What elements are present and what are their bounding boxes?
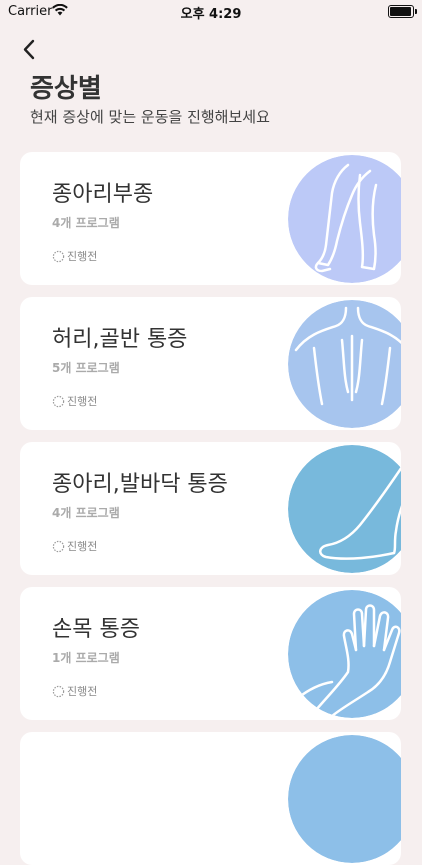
hand-icon <box>288 590 401 718</box>
status-label: 진행전 <box>67 540 98 553</box>
leg-illustration <box>288 155 401 283</box>
circle-illustration-icon <box>288 735 401 863</box>
status-label: 진행전 <box>67 250 98 263</box>
page-subtitle: 현재 증상에 맞는 운동을 진행해보세요 <box>30 108 270 126</box>
status-label: 진행전 <box>67 395 98 408</box>
program-count: 4개 프로그램 <box>52 216 120 230</box>
battery-icon <box>388 5 417 18</box>
card-title: 허리,골반 통증 <box>52 327 188 352</box>
card-title: 종아리부종 <box>52 182 154 207</box>
leg-icon <box>288 155 401 283</box>
symptom-card-calf-sole-pain[interactable]: 종아리,발바닥 통증 4개 프로그램 진행전 <box>20 442 401 575</box>
partial-illustration <box>288 735 401 863</box>
foot-illustration <box>288 445 401 573</box>
spinner-icon <box>52 685 65 697</box>
symptom-card-wrist-pain[interactable]: 손목 통증 1개 프로그램 진행전 <box>20 587 401 720</box>
program-count: 4개 프로그램 <box>52 506 120 520</box>
chevron-left-icon <box>23 39 35 60</box>
symptom-card-calf-swelling[interactable]: 종아리부종 4개 프로그램 진행전 <box>20 152 401 285</box>
program-count: 5개 프로그램 <box>52 361 120 375</box>
progress-status: 진행전 <box>52 538 97 554</box>
back-button[interactable] <box>18 38 42 62</box>
back-icon <box>288 300 401 428</box>
status-label: 진행전 <box>67 685 98 698</box>
spinner-icon <box>52 250 65 262</box>
spinner-icon <box>52 395 65 407</box>
foot-icon <box>288 445 401 573</box>
symptom-card-back-pelvis-pain[interactable]: 허리,골반 통증 5개 프로그램 진행전 <box>20 297 401 430</box>
progress-status: 진행전 <box>52 683 97 699</box>
symptom-card-partial[interactable] <box>20 732 401 865</box>
card-title: 손목 통증 <box>52 617 140 642</box>
status-bar: Carrier 오후 4:29 <box>0 0 422 22</box>
back-illustration <box>288 300 401 428</box>
page-title: 증상별 <box>30 74 102 104</box>
hand-illustration <box>288 590 401 718</box>
card-title: 종아리,발바닥 통증 <box>52 472 228 497</box>
status-time: 오후 4:29 <box>180 7 242 22</box>
spinner-icon <box>52 540 65 552</box>
progress-status: 진행전 <box>52 393 97 409</box>
progress-status: 진행전 <box>52 248 97 264</box>
program-count: 1개 프로그램 <box>52 651 120 665</box>
